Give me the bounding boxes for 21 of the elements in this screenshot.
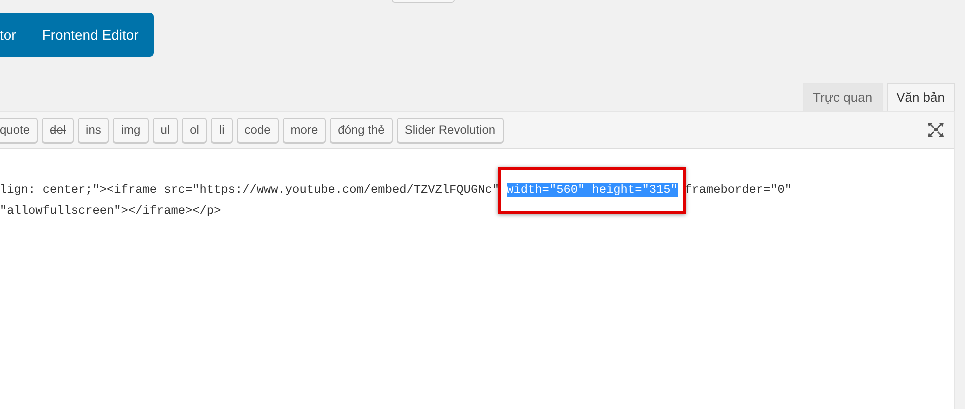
fullscreen-icon[interactable] — [928, 123, 944, 137]
toolbar-button[interactable]: đóng thẻ — [330, 118, 393, 142]
toolbar-button[interactable]: ins — [78, 118, 110, 142]
code-text: frameborder="0" — [684, 183, 792, 197]
toolbar-button[interactable]: del — [42, 118, 74, 142]
code-text: "allowfullscreen"></iframe></p> — [0, 204, 222, 218]
toolbar-button[interactable]: li — [211, 118, 233, 142]
toolbar-button[interactable]: more — [282, 118, 326, 142]
editor-tab[interactable]: Trực quan — [803, 83, 883, 111]
selected-code: width="560" height="315" — [506, 183, 678, 197]
toolbar-button[interactable]: Slider Revolution — [396, 118, 504, 142]
button-edge[interactable] — [392, 0, 455, 3]
toolbar-button[interactable]: img — [113, 118, 149, 142]
editor-mode-button[interactable]: Frontend Editor — [42, 13, 139, 57]
toolbar-button[interactable]: quote — [0, 118, 38, 142]
toolbar-button[interactable]: ol — [182, 118, 208, 142]
toolbar-button[interactable]: code — [236, 118, 279, 142]
toolbar-button[interactable]: ul — [152, 118, 178, 142]
editor-mode-button[interactable]: tor — [0, 13, 16, 57]
code-text: lign: center;"><iframe src="https://www.youtube.com/embed/TZVZlFQUGNc" — [0, 183, 500, 197]
editor-tab[interactable]: Văn bản — [886, 83, 955, 111]
